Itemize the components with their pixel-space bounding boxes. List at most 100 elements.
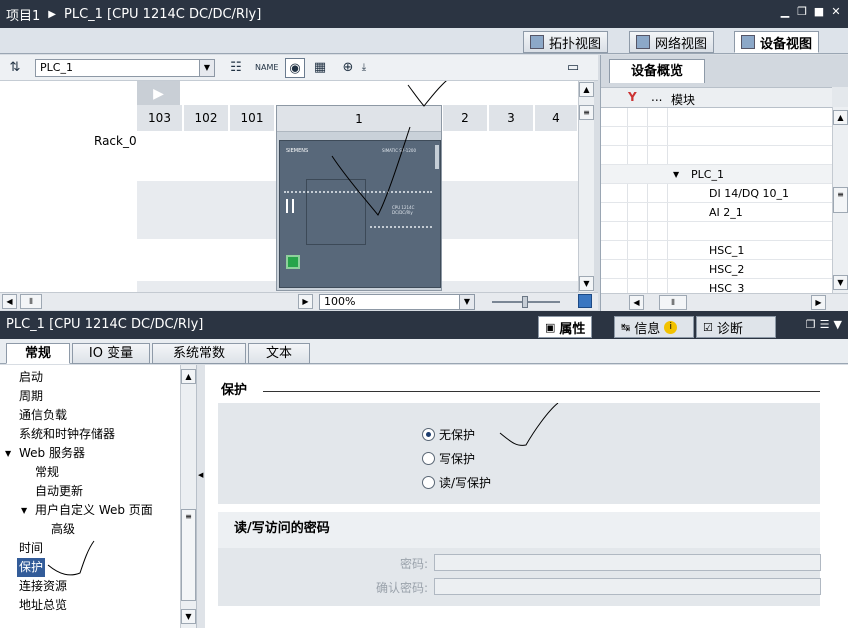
protection-content: 保护 无保护 写保护 读/写保护 读/写访问的密码 密码: 确认密码: [205,365,848,628]
tab-io-tags[interactable]: IO 变量 [72,343,150,364]
scroll-up-icon[interactable]: ▲ [181,369,196,384]
close-icon[interactable]: ✕ [830,6,842,18]
section-title: 保护 [221,383,248,398]
scroll-grip-icon[interactable]: ≡ [833,187,848,213]
tab-device-view[interactable]: 设备视图 [734,31,820,53]
device-tree-icon[interactable]: ⇅ [5,58,25,78]
scroll-grip-icon[interactable]: ≡ [579,105,594,120]
download-icon[interactable]: ⤓ [354,58,374,78]
maximize-icon[interactable]: ■ [813,6,825,18]
inspector-title: PLC_1 [CPU 1214C DC/DC/Rly] [6,317,204,332]
zoom-select[interactable]: 100% ▼ [319,294,475,310]
list-item[interactable] [601,127,832,146]
list-item[interactable] [601,222,832,241]
info-icon: i [664,320,678,334]
list-item[interactable]: HSC_3 [601,279,832,294]
confirm-password-field[interactable] [434,578,821,595]
zoom-slider-handle[interactable] [522,296,528,308]
chevron-down-icon[interactable]: ▼ [199,60,214,76]
collapse-icon[interactable]: ▼ [834,318,842,331]
device-name: PLC_1 [CPU 1214C DC/DC/Rly] [63,6,262,22]
scroll-left-icon[interactable]: ◀ [2,294,17,309]
protection-options-box: 无保护 写保护 读/写保护 [218,403,820,504]
tab-topology-view[interactable]: 拓扑视图 [523,31,609,53]
list-item[interactable] [601,108,832,127]
splitter-arrow-icon[interactable]: ◀ [198,471,203,479]
pen-annotation [499,403,559,446]
eye-icon[interactable]: ◉ [285,58,305,78]
connection-icon: Y [628,90,637,104]
device-icon [741,35,755,49]
overview-hscroll[interactable]: ◀ ⦀ ▶ [601,293,848,311]
splitter[interactable]: ◀ [196,365,205,628]
fit-view-icon[interactable] [578,294,592,308]
scroll-up-icon[interactable]: ▲ [579,82,594,97]
nav-vscroll[interactable]: ▲ ≡ ▼ [180,365,196,628]
topology-icon [530,35,544,49]
scroll-left-icon[interactable]: ◀ [629,295,644,310]
scroll-grip-icon[interactable]: ⦀ [659,295,687,310]
list-icon[interactable]: ☰ [820,318,830,331]
grid-header: Y ... 模块 [601,88,832,108]
title-bar: 项目1 ▶ PLC_1 [CPU 1214C DC/DC/Rly] ▁ ❐ ■ … [0,0,848,28]
grid-icon[interactable]: ▦ [310,58,330,78]
property-nav-tree: 启动 周期 通信负载 系统和时钟存储器 ▼ Web 服务器 常规 自动更新 ▼ … [0,365,180,628]
device-select[interactable]: PLC_1 ▼ [35,59,215,77]
tab-network-view[interactable]: 网络视图 [629,31,715,53]
tab-general[interactable]: 常规 [6,343,70,364]
password-box: 读/写访问的密码 密码: 确认密码: [218,512,821,606]
password-section-title: 读/写访问的密码 [234,521,330,536]
pen-annotation [331,81,447,216]
minimize-icon[interactable]: ▁ [779,6,791,18]
chevron-down-icon[interactable]: ▼ [459,295,474,309]
view-tabs: 拓扑视图 网络视图 设备视图 [0,28,848,54]
device-toolbar: ⇅ PLC_1 ▼ ☷ NAME ◉ ▦ ⊕ ⤓ ▭ [0,55,598,81]
tab-texts[interactable]: 文本 [248,343,310,364]
scroll-down-icon[interactable]: ▼ [833,275,848,290]
tab-info[interactable]: ↹ 信息 i [614,316,694,338]
network-icon [636,35,650,49]
project-name[interactable]: 项目1 [6,5,40,24]
tab-system-constants[interactable]: 系统常数 [152,343,246,364]
expand-down-icon[interactable]: ▼ [673,165,679,184]
password-field[interactable] [434,554,821,571]
breadcrumb-arrow-icon: ▶ [48,8,56,20]
more-columns[interactable]: ... [651,90,662,104]
pen-annotation [47,540,95,576]
scroll-right-icon[interactable]: ▶ [811,295,826,310]
scroll-right-icon[interactable]: ▶ [298,294,313,309]
table-icon[interactable]: ☷ [226,58,246,78]
list-item[interactable] [601,146,832,165]
canvas-hscroll[interactable]: ◀ ⦀ ▶ 100% ▼ [0,292,598,310]
panel-icon[interactable]: ▭ [563,58,583,78]
properties-icon: ▣ [545,320,556,334]
tab-diagnostics[interactable]: ☑ 诊断 [696,316,776,338]
list-item[interactable]: HSC_2 [601,260,832,279]
confirm-password-label: 确认密码: [375,581,428,595]
property-tabs: 常规 IO 变量 系统常数 文本 [0,339,848,364]
overview-vscroll[interactable]: ▲ ≡ ▼ [832,107,848,293]
scroll-down-icon[interactable]: ▼ [579,276,594,291]
password-label: 密码: [399,557,428,571]
device-canvas: ▶ 103 102 101 2 3 4 Rack_0 1 SIEMENS SIM… [0,81,578,292]
list-item[interactable]: HSC_1 [601,241,832,260]
scroll-up-icon[interactable]: ▲ [833,110,848,125]
name-icon[interactable]: NAME [255,58,278,78]
column-header-module[interactable]: 模块 [671,91,695,108]
scroll-grip-icon[interactable]: ≡ [181,509,196,601]
diagnostics-icon: ☑ [703,320,713,334]
overview-grid: Y ... 模块 ▼ PLC_1 DI 14/DQ 10_1 AI 2_1 HSC… [601,87,832,294]
list-item[interactable]: AI 2_1 [601,203,832,222]
info-tab-icon: ↹ [621,320,631,334]
scroll-grip-icon[interactable]: ⦀ [20,294,42,309]
canvas-vscroll[interactable]: ▲ ≡ ▼ [578,81,594,292]
device-overview-panel: 设备概览 Y ... 模块 ▼ PLC_1 DI 14/DQ 10_1 AI 2_… [600,55,848,311]
list-item[interactable]: ▼ PLC_1 [601,165,832,184]
restore-icon[interactable]: ❐ [806,318,816,331]
tab-properties[interactable]: ▣ 属性 [538,316,593,338]
scroll-down-icon[interactable]: ▼ [181,609,196,624]
list-item[interactable]: DI 14/DQ 10_1 [601,184,832,203]
tab-device-overview[interactable]: 设备概览 [609,59,705,83]
restore-icon[interactable]: ❐ [796,6,808,18]
inspector-title-bar: PLC_1 [CPU 1214C DC/DC/Rly] ▣ 属性 ↹ 信息 i ☑ 诊断… [0,311,848,339]
